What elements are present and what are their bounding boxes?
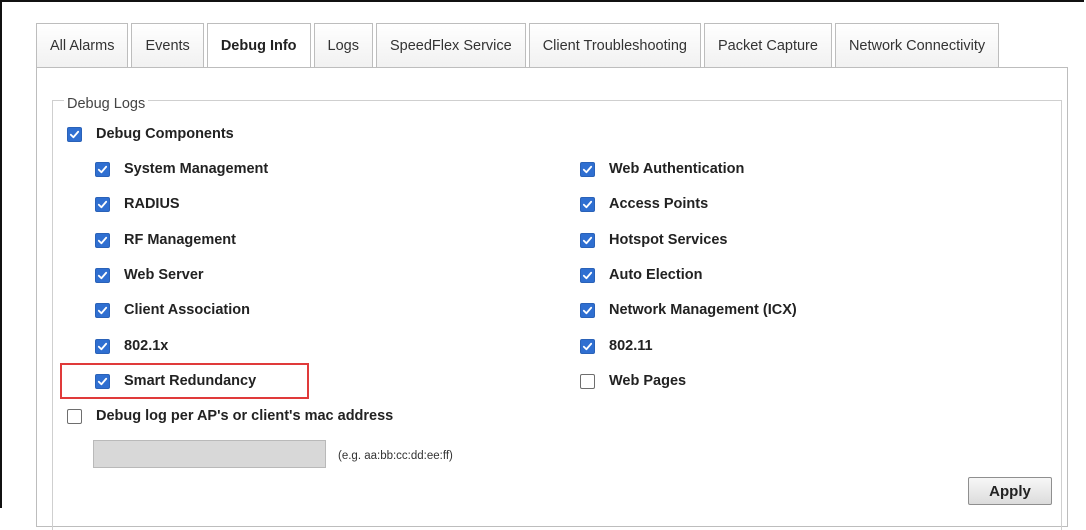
mac-address-input[interactable] (93, 440, 326, 468)
rf-management-checkbox[interactable] (95, 232, 110, 248)
option-auto-election[interactable]: Auto Election (580, 267, 702, 283)
option-web-pages[interactable]: Web Pages (580, 373, 686, 389)
checkmark-icon (582, 165, 593, 173)
option-label: Web Pages (609, 373, 687, 389)
option-smart-redundancy[interactable]: Smart Redundancy (95, 373, 256, 389)
checkmark-icon (69, 130, 80, 138)
checkmark-icon (97, 306, 108, 314)
option-label: Auto Election (609, 267, 703, 283)
option-hotspot-services[interactable]: Hotspot Services (580, 232, 727, 248)
option-network-management-icx[interactable]: Network Management (ICX) (580, 302, 797, 318)
option-label: Network Management (ICX) (609, 302, 797, 318)
checkmark-icon (97, 200, 108, 208)
option-system-management[interactable]: System Management (95, 161, 268, 177)
option-web-authentication[interactable]: Web Authentication (580, 161, 744, 177)
option-label: Client Association (124, 302, 250, 318)
mac-format-hint: (e.g. aa:bb:cc:dd:ee:ff) (338, 450, 453, 462)
tab-client-troubleshooting[interactable]: Client Troubleshooting (528, 23, 701, 67)
option-802-11[interactable]: 802.11 (580, 338, 653, 354)
tab-packet-capture[interactable]: Packet Capture (703, 23, 832, 67)
mac-filter-checkbox[interactable] (67, 408, 82, 424)
checkmark-icon (582, 342, 593, 350)
tab-network-connectivity[interactable]: Network Connectivity (834, 23, 1000, 67)
smart-redundancy-checkbox[interactable] (95, 373, 110, 389)
option-access-points[interactable]: Access Points (580, 196, 708, 212)
checkmark-icon (582, 271, 593, 279)
system-management-checkbox[interactable] (95, 161, 110, 177)
tab-events[interactable]: Events (131, 23, 204, 67)
debug-components-option[interactable]: Debug Components (67, 126, 234, 142)
auto-election-checkbox[interactable] (580, 267, 595, 283)
checkmark-icon (97, 236, 108, 244)
client-association-checkbox[interactable] (95, 302, 110, 318)
option-label: RADIUS (124, 196, 180, 212)
mac-filter-option[interactable]: Debug log per AP's or client's mac addre… (67, 408, 393, 424)
checkmark-icon (97, 271, 108, 279)
option-label: Smart Redundancy (124, 373, 257, 389)
tab-speedflex-service[interactable]: SpeedFlex Service (375, 23, 526, 67)
checkmark-icon (582, 236, 593, 244)
option-label: Web Authentication (609, 161, 745, 177)
debug-components-checkbox[interactable] (67, 126, 82, 142)
hotspot-services-checkbox[interactable] (580, 232, 595, 248)
web-authentication-checkbox[interactable] (580, 161, 595, 177)
mac-filter-label: Debug log per AP's or client's mac addre… (96, 408, 394, 424)
apply-button[interactable]: Apply (968, 477, 1052, 505)
tab-debug-info[interactable]: Debug Info (206, 23, 311, 68)
tab-all-alarms[interactable]: All Alarms (36, 23, 129, 67)
checkmark-icon (97, 165, 108, 173)
option-label: Hotspot Services (609, 232, 728, 248)
802-1x-checkbox[interactable] (95, 338, 110, 354)
web-pages-checkbox[interactable] (580, 373, 595, 389)
checkmark-icon (97, 377, 108, 385)
option-label: 802.11 (609, 338, 653, 354)
option-radius[interactable]: RADIUS (95, 196, 180, 212)
checkmark-icon (582, 306, 593, 314)
option-802-1x[interactable]: 802.1x (95, 338, 168, 354)
checkmark-icon (97, 342, 108, 350)
option-label: System Management (124, 161, 269, 177)
checkmark-icon (582, 200, 593, 208)
debug-components-label: Debug Components (96, 126, 234, 142)
option-label: RF Management (124, 232, 236, 248)
option-client-association[interactable]: Client Association (95, 302, 250, 318)
access-points-checkbox[interactable] (580, 196, 595, 212)
web-server-checkbox[interactable] (95, 267, 110, 283)
option-rf-management[interactable]: RF Management (95, 232, 236, 248)
option-label: Web Server (124, 267, 204, 283)
option-label: 802.1x (124, 338, 169, 354)
tab-logs[interactable]: Logs (313, 23, 373, 67)
tab-bar: All Alarms Events Debug Info Logs SpeedF… (36, 23, 1002, 68)
radius-checkbox[interactable] (95, 196, 110, 212)
option-label: Access Points (609, 196, 709, 212)
option-web-server[interactable]: Web Server (95, 267, 204, 283)
debug-logs-legend: Debug Logs (64, 96, 149, 112)
network-management-icx-checkbox[interactable] (580, 302, 595, 318)
802-11-checkbox[interactable] (580, 338, 595, 354)
